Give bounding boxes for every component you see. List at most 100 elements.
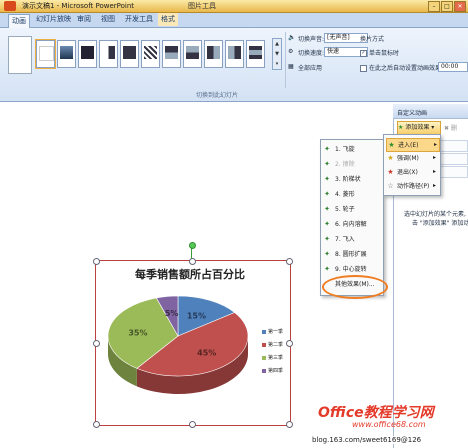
transition-cut-thumb[interactable] bbox=[99, 40, 118, 68]
maximize-button[interactable]: □ bbox=[441, 1, 453, 12]
legend-swatch bbox=[262, 329, 266, 334]
rotation-handle[interactable] bbox=[189, 242, 196, 249]
transition-fade-black-thumb[interactable] bbox=[78, 40, 97, 68]
effect-menu-item[interactable]: ✦ 3. 阶梯状 bbox=[323, 174, 381, 185]
add-effect-button[interactable]: ★ 添加效果 ▾ bbox=[397, 121, 441, 135]
transition-fade-thumb[interactable] bbox=[57, 40, 76, 68]
transition-wipe-left-thumb[interactable] bbox=[225, 40, 244, 68]
effect-menu-item[interactable]: ✦ 6. 向内溶解 bbox=[323, 219, 381, 230]
after-time-input[interactable]: 00:00 bbox=[438, 62, 468, 72]
apply-all-button[interactable]: 全部应用 bbox=[298, 63, 322, 72]
gallery-scroll[interactable]: ▲ ▼ ▾ bbox=[272, 38, 282, 70]
resize-handle[interactable] bbox=[189, 421, 196, 428]
category-menu-item[interactable]: ★ 强调(M) ▸ bbox=[386, 152, 438, 164]
effect-star-icon: ✦ bbox=[324, 190, 330, 198]
category-menu-label: 动作路径(P) bbox=[397, 183, 430, 190]
effect-star-icon: ✦ bbox=[324, 205, 330, 213]
watermark-logo: Office教程学习网 bbox=[318, 405, 434, 421]
legend-item: 第一季 bbox=[262, 328, 283, 335]
effect-menu-label: 6. 向内溶解 bbox=[335, 221, 367, 228]
title-bar: 演示文稿1 - Microsoft PowerPoint 图片工具 – □ ✕ bbox=[0, 0, 468, 13]
credit-text: blog.163.com/sweet6169@126 bbox=[312, 436, 422, 444]
legend-label: 第四季 bbox=[268, 368, 284, 374]
remove-button-label: 删 bbox=[450, 125, 457, 132]
resize-handle[interactable] bbox=[93, 258, 100, 265]
task-pane-header: 自定义动画 bbox=[393, 104, 468, 119]
effect-menu-item[interactable]: ✦ 9. 中心旋转 bbox=[323, 264, 381, 275]
category-menu-label: 强调(M) bbox=[397, 155, 419, 162]
category-star-icon: ★ bbox=[387, 154, 394, 162]
add-effect-star-icon: ★ bbox=[398, 124, 404, 131]
resize-handle[interactable] bbox=[286, 258, 293, 265]
unchecked-box-icon bbox=[360, 65, 367, 72]
tab-animations[interactable]: 动画 bbox=[8, 14, 30, 28]
category-menu-item[interactable]: ★ 进入(E) ▸ bbox=[386, 138, 440, 152]
transition-split-thumb[interactable] bbox=[246, 40, 265, 68]
pie-data-label: 45% bbox=[197, 348, 216, 357]
sound-icon: 🔈 bbox=[288, 34, 296, 41]
remove-button[interactable]: ✖ 删 bbox=[444, 123, 457, 132]
preview-button[interactable] bbox=[8, 36, 32, 74]
after-time-label: 在此之后自动设置动画效果: bbox=[369, 65, 444, 72]
office-button-icon[interactable] bbox=[4, 1, 16, 11]
resize-handle[interactable] bbox=[286, 340, 293, 347]
transition-dissolve-thumb[interactable] bbox=[141, 40, 160, 68]
legend-label: 第一季 bbox=[268, 329, 284, 335]
effect-menu-item[interactable]: ✦ 1. 飞旋 bbox=[323, 144, 381, 155]
transition-wipe-right-thumb[interactable] bbox=[204, 40, 223, 68]
tab-developer[interactable]: 开发工具 bbox=[122, 13, 156, 26]
legend-swatch bbox=[262, 355, 266, 360]
task-pane-hint-line2: 击 "添加效果" 添加动 bbox=[412, 220, 468, 227]
legend-item: 第三季 bbox=[262, 354, 283, 361]
transition-sound-label: 切换声音: bbox=[298, 36, 325, 43]
picture-tools-context-label: 图片工具 bbox=[188, 2, 216, 10]
effect-menu-label: 7. 飞入 bbox=[335, 236, 355, 243]
checkmark-icon: ✓ bbox=[360, 50, 367, 57]
effect-menu-label: 5. 轮子 bbox=[335, 206, 355, 213]
add-effect-label: 添加效果 bbox=[405, 124, 430, 131]
resize-handle[interactable] bbox=[286, 421, 293, 428]
on-click-checkbox[interactable]: ✓ 单击鼠标时 bbox=[360, 48, 399, 57]
after-time-checkbox[interactable]: 在此之后自动设置动画效果: bbox=[360, 63, 443, 72]
tab-slideshow[interactable]: 幻灯片放映 bbox=[33, 13, 74, 26]
effect-star-icon: ✦ bbox=[324, 235, 330, 243]
minimize-button[interactable]: – bbox=[428, 1, 440, 12]
effect-menu-label: 1. 飞旋 bbox=[335, 146, 355, 153]
category-star-icon: ★ bbox=[388, 141, 395, 149]
pie-data-label: 35% bbox=[128, 328, 147, 337]
tab-view[interactable]: 视图 bbox=[98, 13, 118, 26]
effect-star-icon: ✦ bbox=[324, 265, 330, 273]
effect-menu-item[interactable]: ✦ 7. 飞入 bbox=[323, 234, 381, 245]
category-menu-item[interactable]: ☆ 动作路径(P) ▸ bbox=[386, 180, 438, 192]
close-button[interactable]: ✕ bbox=[454, 1, 466, 12]
submenu-arrow-icon: ▸ bbox=[433, 141, 437, 148]
on-click-label: 单击鼠标时 bbox=[369, 50, 400, 57]
pie-data-label: 5% bbox=[165, 309, 179, 318]
resize-handle[interactable] bbox=[189, 258, 196, 265]
submenu-arrow-icon: ▸ bbox=[432, 168, 436, 175]
resize-handle[interactable] bbox=[93, 421, 100, 428]
submenu-arrow-icon: ▸ bbox=[432, 182, 436, 189]
resize-handle[interactable] bbox=[93, 340, 100, 347]
transition-wipe-down-thumb[interactable] bbox=[162, 40, 181, 68]
effect-menu-label: 3. 阶梯状 bbox=[335, 176, 361, 183]
transition-none-thumb[interactable] bbox=[36, 40, 55, 68]
transition-cut-black-thumb[interactable] bbox=[120, 40, 139, 68]
effect-menu-item[interactable]: ✦ 4. 菱形 bbox=[323, 189, 381, 200]
effect-menu-item[interactable]: ✦ 2. 擦除 bbox=[323, 159, 381, 170]
effect-menu-item[interactable]: ✦ 8. 圆形扩展 bbox=[323, 249, 381, 260]
tab-review[interactable]: 审阅 bbox=[74, 13, 94, 26]
group-divider bbox=[285, 32, 286, 88]
chevron-down-icon: ▾ bbox=[431, 124, 435, 131]
remove-icon: ✖ bbox=[444, 125, 450, 132]
legend-label: 第三季 bbox=[268, 355, 284, 361]
watermark-url: www.office68.com bbox=[352, 420, 426, 429]
category-menu-item[interactable]: ★ 退出(X) ▸ bbox=[386, 166, 438, 178]
effect-star-icon: ✦ bbox=[324, 220, 330, 228]
group-label: 切换到此幻灯片 bbox=[196, 92, 239, 99]
tab-format[interactable]: 格式 bbox=[158, 13, 178, 26]
effect-menu-item[interactable]: ✦ 5. 轮子 bbox=[323, 204, 381, 215]
advance-heading: 换片方式 bbox=[360, 36, 385, 43]
transition-wipe-up-thumb[interactable] bbox=[183, 40, 202, 68]
category-menu: ★ 进入(E) ▸ ★ 强调(M) ▸ ★ 退出(X) ▸ ☆ 动作路径(P) ▸ bbox=[383, 134, 441, 196]
